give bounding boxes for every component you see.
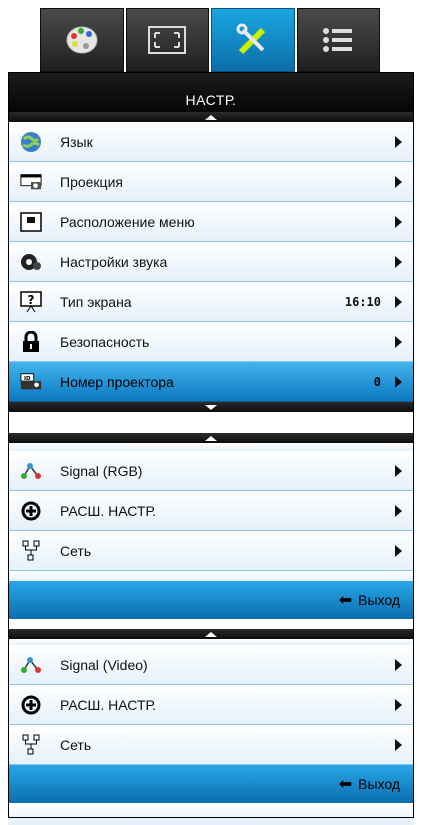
menu-item-network-video[interactable]: Сеть (8, 725, 414, 765)
screen-type-icon: ? (20, 290, 42, 313)
chevron-right-icon (395, 464, 402, 477)
menu-item-label: РАСШ. НАСТР. (60, 696, 157, 713)
chevron-right-icon (395, 698, 402, 711)
scroll-up-indicator[interactable] (8, 629, 414, 639)
exit-button[interactable]: ⬅ Выход (8, 581, 414, 619)
tab-display[interactable] (125, 8, 209, 72)
tab-options[interactable] (296, 8, 380, 72)
tab-bar (40, 8, 380, 72)
rgb-menu: Signal (RGB) РАСШ. НАСТР. Сеть ⬅ Выход (8, 433, 414, 619)
menu-item-label: Безопасность (60, 333, 150, 350)
menu-item-signal-video[interactable]: Signal (Video) (8, 645, 414, 685)
spacer (8, 571, 414, 581)
network-icon (20, 734, 42, 756)
chevron-right-icon (395, 504, 402, 517)
menu-item-signal-rgb[interactable]: Signal (RGB) (8, 451, 414, 491)
video-menu: Signal (Video) РАСШ. НАСТР. Сеть ⬅ Выход (8, 629, 414, 825)
arrow-down-icon (205, 404, 217, 410)
page-title: НАСТР. (185, 92, 237, 108)
scroll-up-indicator[interactable] (8, 112, 414, 122)
lock-icon (20, 330, 42, 353)
globe-icon (20, 131, 42, 153)
menu-item-label: Язык (60, 133, 93, 150)
menu-item-label: Signal (Video) (60, 656, 148, 673)
exit-label: Выход (358, 776, 400, 792)
menu-item-label: Расположение меню (60, 213, 195, 230)
menu-item-advanced-video[interactable]: РАСШ. НАСТР. (8, 685, 414, 725)
chevron-right-icon (395, 738, 402, 751)
projector-id-icon: ID (20, 371, 42, 393)
arrow-up-icon (205, 435, 217, 441)
exit-label: Выход (358, 592, 400, 608)
menu-item-label: РАСШ. НАСТР. (60, 502, 157, 519)
settings-tools-icon (236, 23, 265, 55)
menu-item-label: Номер проектора (60, 373, 174, 390)
menu-item-projector-id[interactable]: ID Номер проектора 0 (8, 362, 414, 402)
screen-type-value: 16:10 (344, 294, 381, 309)
exit-button[interactable]: ⬅ Выход (8, 765, 414, 803)
chevron-right-icon (395, 135, 402, 148)
chevron-right-icon (395, 295, 402, 308)
advanced-settings-icon (20, 500, 42, 522)
menu-item-label: Сеть (60, 736, 92, 753)
signal-icon (20, 654, 42, 676)
main-menu: Язык Проекция Расположение меню Настройк… (8, 112, 414, 412)
scroll-down-indicator[interactable] (8, 402, 414, 412)
spacer (8, 443, 414, 451)
tab-setup[interactable] (211, 8, 295, 72)
chevron-right-icon (395, 215, 402, 228)
chevron-right-icon (395, 175, 402, 188)
menu-item-network-rgb[interactable]: Сеть (8, 531, 414, 571)
menu-item-language[interactable]: Язык (8, 122, 414, 162)
spacer (8, 803, 414, 825)
chevron-right-icon (395, 544, 402, 557)
signal-icon (20, 460, 42, 482)
menu-item-label: Тип экрана (60, 293, 132, 310)
menu-item-security[interactable]: Безопасность (8, 322, 414, 362)
menu-location-icon (20, 211, 42, 233)
sound-settings-icon (20, 251, 42, 273)
screen-fit-icon (148, 26, 187, 54)
menu-item-sound-settings[interactable]: Настройки звука (8, 242, 414, 282)
svg-text:?: ? (28, 293, 35, 307)
menu-item-advanced-rgb[interactable]: РАСШ. НАСТР. (8, 491, 414, 531)
menu-item-label: Настройки звука (60, 253, 168, 270)
menu-item-projection[interactable]: Проекция (8, 162, 414, 202)
tab-picture[interactable] (40, 8, 124, 72)
projector-id-value: 0 (373, 374, 381, 389)
scroll-up-indicator[interactable] (8, 433, 414, 443)
menu-item-label: Signal (RGB) (60, 462, 143, 479)
chevron-right-icon (395, 658, 402, 671)
projector-icon (20, 171, 42, 193)
arrow-up-icon (205, 114, 217, 120)
chevron-right-icon (395, 375, 402, 388)
menu-item-label: Проекция (60, 173, 123, 190)
back-arrow-icon: ⬅ (338, 592, 353, 609)
menu-item-label: Сеть (60, 542, 92, 559)
advanced-settings-icon (20, 694, 42, 716)
palette-icon (66, 26, 98, 54)
back-arrow-icon: ⬅ (338, 776, 353, 793)
arrow-up-icon (205, 631, 217, 637)
menu-item-screen-type[interactable]: ? Тип экрана 16:10 (8, 282, 414, 322)
menu-list-icon (323, 28, 353, 52)
network-icon (20, 540, 42, 562)
menu-item-menu-location[interactable]: Расположение меню (8, 202, 414, 242)
chevron-right-icon (395, 335, 402, 348)
chevron-right-icon (395, 255, 402, 268)
